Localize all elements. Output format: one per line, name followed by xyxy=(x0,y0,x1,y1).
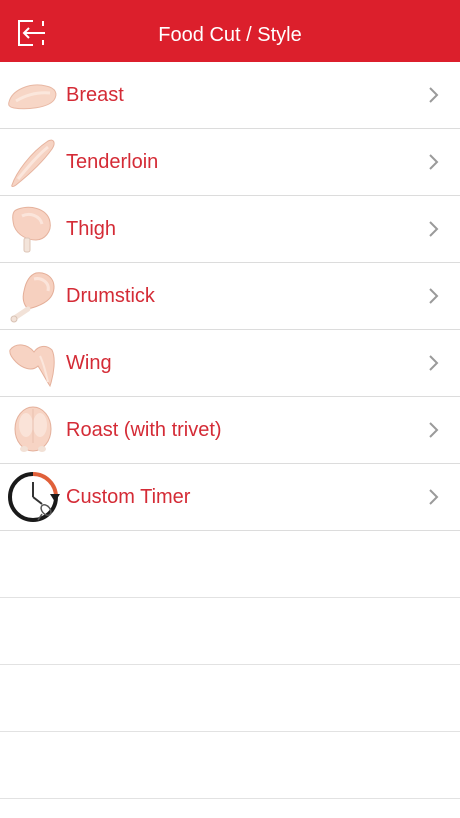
page-title: Food Cut / Style xyxy=(158,24,302,46)
list-item-label: Thigh xyxy=(66,218,117,240)
empty-row xyxy=(0,598,460,665)
list-item-roast[interactable]: Roast (with trivet) xyxy=(0,397,460,464)
custom-timer-icon xyxy=(8,472,60,522)
empty-row xyxy=(0,732,460,799)
list-item-label: Drumstick xyxy=(66,285,155,307)
list-item-label: Tenderloin xyxy=(66,151,159,173)
list-item-label: Wing xyxy=(66,352,112,374)
list-item-label: Custom Timer xyxy=(66,486,191,508)
chicken-breast-icon xyxy=(8,84,57,110)
chevron-right-icon xyxy=(429,221,439,237)
chicken-thigh-icon xyxy=(12,206,51,253)
app-header: Food Cut / Style xyxy=(0,0,460,62)
empty-row xyxy=(0,665,460,732)
list-item-wing[interactable]: Wing xyxy=(0,330,460,397)
chevron-right-icon xyxy=(429,154,439,170)
list-item-breast[interactable]: Breast xyxy=(0,62,460,129)
chevron-right-icon xyxy=(429,489,439,505)
chevron-right-icon xyxy=(429,422,439,438)
chevron-right-icon xyxy=(429,87,439,103)
chicken-wing-icon xyxy=(9,344,55,388)
list-item-custom-timer[interactable]: Custom Timer xyxy=(0,464,460,531)
chicken-drumstick-icon xyxy=(10,272,55,323)
food-cut-list: Breast Tenderloin Thigh Drumstick Wing R… xyxy=(0,62,460,799)
list-item-label: Breast xyxy=(66,84,124,106)
list-item-drumstick[interactable]: Drumstick xyxy=(0,263,460,330)
chevron-right-icon xyxy=(429,355,439,371)
list-item-thigh[interactable]: Thigh xyxy=(0,196,460,263)
empty-row xyxy=(0,531,460,598)
whole-chicken-roast-icon xyxy=(14,406,52,452)
chevron-right-icon xyxy=(429,288,439,304)
list-item-tenderloin[interactable]: Tenderloin xyxy=(0,129,460,196)
list-item-label: Roast (with trivet) xyxy=(66,419,222,441)
chicken-tenderloin-icon xyxy=(11,139,55,187)
